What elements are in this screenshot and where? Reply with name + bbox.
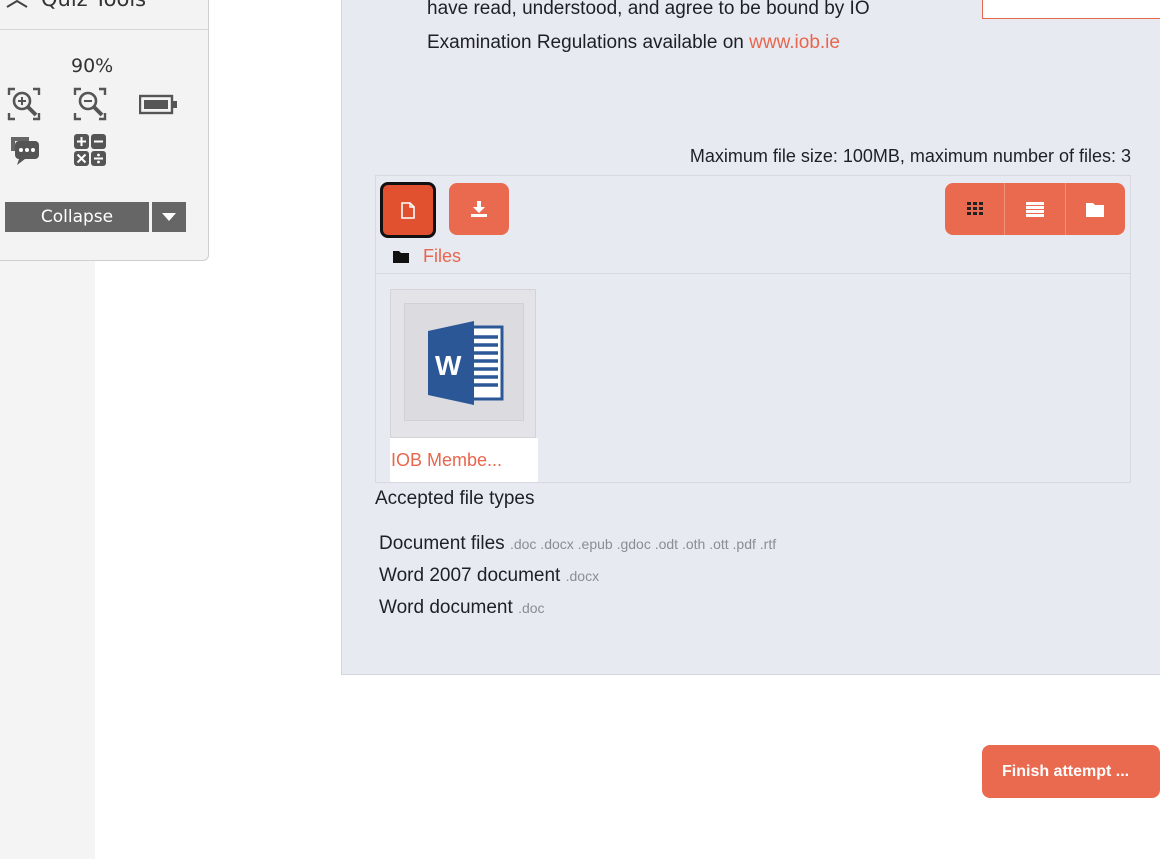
caret-down-icon (162, 213, 176, 221)
file-tile[interactable]: W (390, 289, 536, 438)
collapse-dropdown-button[interactable] (152, 202, 186, 232)
breadcrumb-files[interactable]: Files (423, 246, 461, 267)
declaration-line-2-text: Examination Regulations available on (427, 32, 750, 53)
zoom-level: 90% (71, 55, 114, 77)
divider (376, 273, 1130, 274)
divider (0, 29, 208, 30)
file-type-item: Word document .doc (379, 595, 776, 627)
download-icon (471, 201, 487, 217)
zoom-out-icon[interactable] (73, 87, 107, 121)
zoom-in-icon[interactable] (7, 87, 41, 121)
list-view-button[interactable] (1005, 183, 1066, 235)
file-thumbnail: W (404, 303, 524, 421)
accepted-file-types-list: Document files .doc .docx .epub .gdoc .o… (379, 531, 776, 627)
download-all-button[interactable] (449, 183, 509, 235)
word-document-icon: W (428, 321, 504, 405)
declaration-line-2: Examination Regulations available on www… (427, 26, 987, 60)
file-type-name: Word 2007 document (379, 565, 561, 586)
svg-text:W: W (435, 350, 462, 381)
declaration-line-1: have read, understood, and agree to be b… (427, 0, 870, 19)
view-switcher (945, 183, 1125, 235)
declaration-text: have read, understood, and agree to be b… (427, 0, 987, 60)
file-type-name: Document files (379, 533, 505, 554)
quiz-tools-panel: Quiz Tools 90% Collapse (0, 0, 209, 261)
max-file-info: Maximum file size: 100MB, maximum number… (689, 146, 1131, 166)
file-type-extensions: .doc .docx .epub .gdoc .odt .oth .ott .p… (509, 536, 777, 552)
collapse-button[interactable]: Collapse (5, 202, 149, 232)
chat-icon[interactable] (7, 133, 41, 167)
add-file-button[interactable] (380, 182, 436, 238)
folder-icon (393, 251, 409, 263)
file-type-name: Word document (379, 597, 513, 618)
accepted-file-types-title: Accepted file types (375, 488, 535, 509)
file-type-extensions: .doc (518, 600, 545, 616)
file-manager: Files W IOB Membe... (375, 175, 1131, 483)
calculator-icon[interactable] (73, 133, 107, 167)
file-name[interactable]: IOB Membe... (390, 438, 538, 482)
file-type-item: Document files .doc .docx .epub .gdoc .o… (379, 531, 776, 563)
add-file-icon (401, 201, 415, 219)
tree-view-button[interactable] (1065, 183, 1125, 235)
quiz-tools-icon (6, 0, 28, 8)
file-type-extensions: .docx (565, 568, 600, 584)
file-type-item: Word 2007 document .docx (379, 563, 776, 595)
finish-attempt-button[interactable]: Finish attempt ... (982, 745, 1160, 798)
quiz-tools-title: Quiz Tools (41, 0, 146, 11)
declaration-input-edge (982, 0, 1160, 19)
folder-view-icon (1086, 202, 1105, 217)
list-view-icon (1025, 201, 1044, 217)
grid-view-icon (966, 202, 983, 215)
iob-link[interactable]: www.iob.ie (749, 32, 840, 53)
grid-view-button[interactable] (945, 183, 1006, 235)
breadcrumb: Files (393, 246, 461, 267)
battery-icon[interactable] (139, 93, 179, 117)
